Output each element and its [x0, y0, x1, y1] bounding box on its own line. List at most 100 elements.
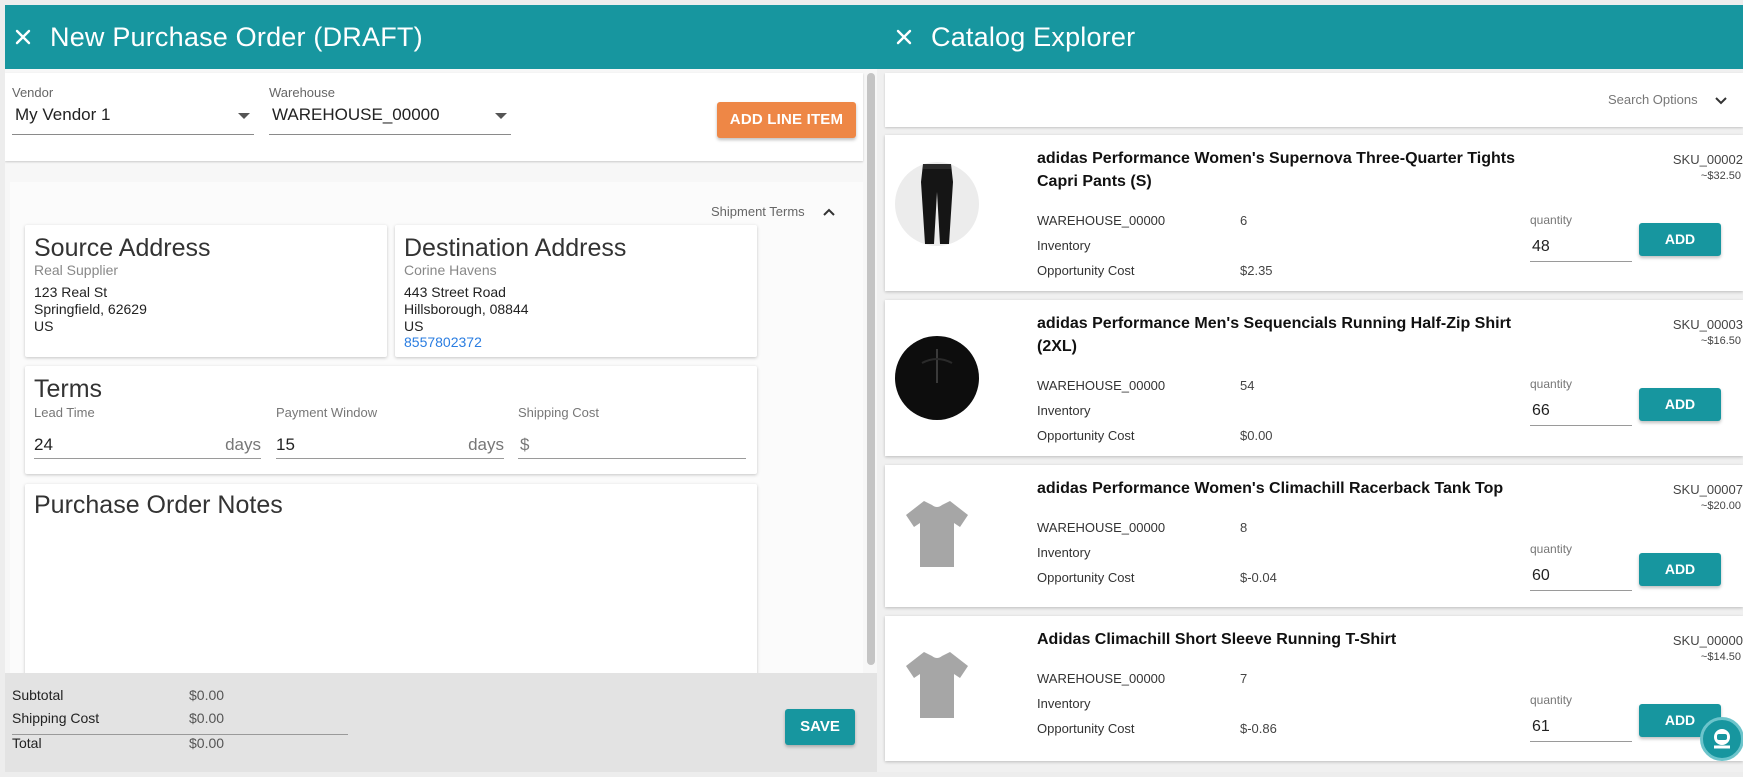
payment-window-value: 15 — [276, 435, 295, 454]
warehouse-label: Warehouse — [269, 85, 335, 100]
source-name: Real Supplier — [34, 262, 119, 278]
quantity-label: quantity — [1530, 213, 1573, 227]
price: ~$32.50 — [1700, 170, 1741, 182]
quantity-label: quantity — [1530, 693, 1573, 707]
product-card: adidas Performance Women's Supernova Thr… — [885, 135, 1743, 291]
opportunity-cost-label: Opportunity Cost — [1037, 570, 1135, 585]
shipping-cost-total-value: $0.00 — [189, 710, 225, 726]
sku: SKU_00007 — [1672, 482, 1743, 497]
warehouse-value: WAREHOUSE_00000 — [272, 105, 440, 124]
warehouse-quantity: 6 — [1240, 213, 1248, 228]
source-city: Springfield, 62629 — [34, 301, 147, 317]
catalog-explorer-panel: Catalog Explorer Search Options adidas P… — [877, 5, 1743, 772]
add-line-item-button[interactable]: ADD LINE ITEM — [717, 102, 856, 138]
warehouse-select[interactable]: WAREHOUSE_00000 — [269, 101, 511, 135]
payment-window-label: Payment Window — [276, 405, 378, 420]
source-street: 123 Real St — [34, 284, 108, 300]
quantity-value: 66 — [1532, 402, 1550, 419]
warehouse-quantity: 54 — [1240, 378, 1255, 393]
po-header: New Purchase Order (DRAFT) — [5, 5, 877, 69]
warehouse-label: WAREHOUSE_00000 — [1037, 213, 1166, 228]
chat-assistant-icon[interactable] — [1700, 717, 1743, 761]
dropdown-arrow-icon — [495, 113, 507, 119]
opportunity-cost-label: Opportunity Cost — [1037, 721, 1135, 736]
shipment-terms-toggle[interactable]: Shipment Terms — [711, 204, 805, 219]
shipping-cost-label: Shipping Cost — [518, 405, 599, 420]
source-address-card: Source Address Real Supplier 123 Real St… — [25, 225, 387, 357]
lead-time-value: 24 — [34, 435, 53, 454]
po-title: New Purchase Order (DRAFT) — [50, 21, 423, 52]
subtotal-value: $0.00 — [189, 687, 225, 703]
quantity-value: 61 — [1532, 718, 1550, 735]
search-options-bar: Search Options — [885, 73, 1743, 127]
sku: SKU_00003 — [1672, 317, 1743, 332]
notes-card[interactable]: Purchase Order Notes — [25, 484, 757, 684]
chevron-up-icon[interactable] — [821, 204, 837, 220]
price: ~$14.50 — [1700, 651, 1741, 663]
opportunity-cost-value: $2.35 — [1240, 263, 1273, 278]
totals-footer: Subtotal $0.00 Shipping Cost $0.00 Total… — [5, 673, 877, 772]
inventory-label: Inventory — [1037, 238, 1091, 253]
destination-name: Corine Havens — [404, 262, 497, 278]
search-options-toggle[interactable]: Search Options — [1608, 92, 1698, 107]
sku: SKU_00000 — [1672, 633, 1743, 648]
quantity-input[interactable]: quantity 60 — [1530, 542, 1632, 591]
opportunity-cost-label: Opportunity Cost — [1037, 263, 1135, 278]
shipping-cost-total-label: Shipping Cost — [12, 710, 100, 726]
scrollbar[interactable] — [867, 73, 875, 665]
quantity-input[interactable]: quantity 48 — [1530, 213, 1632, 262]
product-card: adidas Performance Men's Sequencials Run… — [885, 300, 1743, 456]
lead-time-field[interactable]: Lead Time 24 days — [34, 405, 261, 459]
destination-address-heading: Destination Address — [404, 234, 627, 262]
quantity-value: 48 — [1532, 238, 1550, 255]
shipping-cost-field[interactable]: Shipping Cost $ — [518, 405, 746, 459]
terms-card: Terms Lead Time 24 days Payment Window 1… — [25, 366, 757, 474]
vendor-label: Vendor — [12, 85, 54, 100]
dropdown-arrow-icon — [238, 113, 250, 119]
divider — [12, 734, 348, 735]
save-button[interactable]: SAVE — [785, 709, 855, 745]
catalog-header: Catalog Explorer — [877, 5, 1743, 69]
quantity-label: quantity — [1530, 377, 1573, 391]
product-card: Adidas Climachill Short Sleeve Running T… — [885, 616, 1743, 761]
add-button[interactable]: ADD — [1639, 388, 1721, 421]
vendor-select[interactable]: My Vendor 1 — [12, 101, 254, 135]
opportunity-cost-label: Opportunity Cost — [1037, 428, 1135, 443]
product-name: adidas Performance Women's Supernova Thr… — [1037, 150, 1516, 190]
quantity-value: 60 — [1532, 567, 1550, 584]
notes-heading: Purchase Order Notes — [34, 491, 283, 519]
terms-heading: Terms — [34, 375, 103, 403]
inventory-label: Inventory — [1037, 545, 1091, 560]
grey-tshirt-icon — [895, 643, 979, 727]
add-button[interactable]: ADD — [1639, 223, 1721, 256]
catalog-title: Catalog Explorer — [931, 21, 1136, 52]
destination-address-card: Destination Address Corine Havens 443 St… — [395, 225, 757, 357]
close-icon[interactable] — [893, 26, 915, 48]
payment-window-field[interactable]: Payment Window 15 days — [276, 405, 504, 459]
quantity-input[interactable]: quantity 66 — [1530, 377, 1632, 426]
product-name: Adidas Climachill Short Sleeve Running T… — [1037, 631, 1397, 648]
quantity-input[interactable]: quantity 61 — [1530, 693, 1632, 742]
currency-prefix: $ — [520, 435, 530, 454]
opportunity-cost-value: $-0.04 — [1240, 570, 1277, 585]
payment-window-unit: days — [468, 435, 504, 454]
purchase-order-panel: New Purchase Order (DRAFT) Vendor My Ven… — [5, 5, 877, 772]
price: ~$16.50 — [1700, 335, 1741, 347]
vendor-value: My Vendor 1 — [15, 105, 111, 124]
chevron-down-icon[interactable] — [1713, 92, 1729, 108]
total-value: $0.00 — [189, 735, 225, 751]
warehouse-label: WAREHOUSE_00000 — [1037, 520, 1166, 535]
add-button[interactable]: ADD — [1639, 553, 1721, 586]
warehouse-quantity: 7 — [1240, 671, 1248, 686]
product-name: adidas Performance Men's Sequencials Run… — [1037, 315, 1512, 355]
warehouse-label: WAREHOUSE_00000 — [1037, 671, 1166, 686]
destination-city: Hillsborough, 08844 — [404, 301, 529, 317]
destination-phone-link[interactable]: 8557802372 — [404, 334, 482, 350]
close-icon[interactable] — [12, 26, 34, 48]
quantity-label: quantity — [1530, 542, 1573, 556]
inventory-label: Inventory — [1037, 696, 1091, 711]
sku: SKU_00002 — [1672, 152, 1743, 167]
destination-country: US — [404, 318, 424, 334]
lead-time-unit: days — [225, 435, 261, 454]
product-name: adidas Performance Women's Climachill Ra… — [1037, 480, 1504, 497]
